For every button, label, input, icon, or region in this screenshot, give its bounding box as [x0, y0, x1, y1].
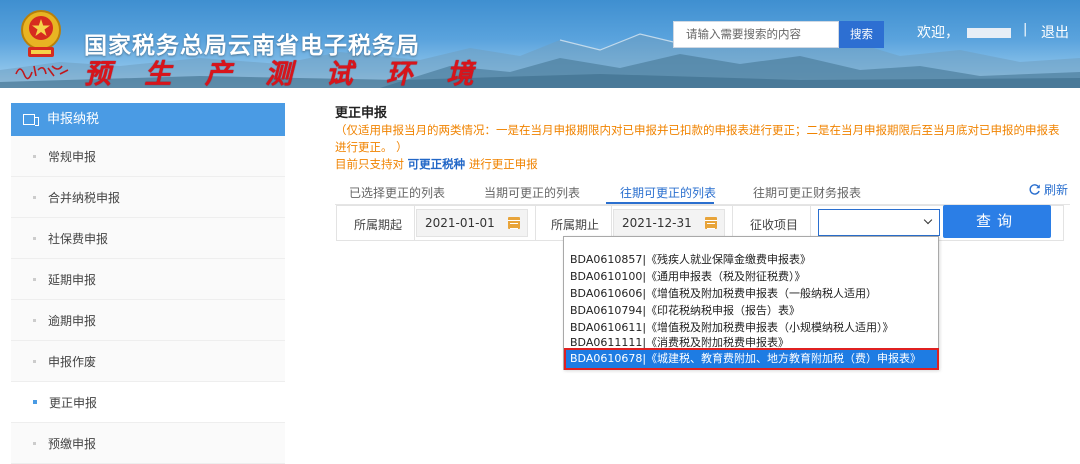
- period-start-value: 2021-01-01: [425, 216, 495, 230]
- sidebar-item-deferred-filing[interactable]: 延期申报: [11, 259, 285, 300]
- dropdown-option[interactable]: BDA0610100|《通用申报表（税及附征税费）》: [570, 269, 806, 285]
- support-notice-suffix: 进行更正申报: [468, 157, 538, 171]
- refresh-icon: [1029, 184, 1040, 195]
- refresh-label: 刷新: [1044, 183, 1069, 197]
- sidebar-item-label: 延期申报: [48, 272, 97, 287]
- environment-label: 预 生 产 测 试 环 境: [84, 59, 486, 88]
- tab-past-financial-statements[interactable]: 往期可更正财务报表: [753, 184, 861, 201]
- sidebar-item-consolidated-filing[interactable]: 合并纳税申报: [11, 177, 285, 218]
- bullet-icon: [33, 441, 36, 445]
- sidebar-item-label: 逾期申报: [48, 313, 97, 328]
- notice-text: （仅适用申报当月的两类情况：一是在当月申报期限内对已申报并已扣款的申报表进行更正…: [335, 123, 1060, 154]
- support-notice: 目前只支持对 可更正税种 进行更正申报: [335, 156, 538, 172]
- sidebar-item-regular-filing[interactable]: 常规申报: [11, 136, 285, 177]
- calligraphy-seal-icon: [15, 65, 69, 80]
- bullet-icon: [33, 318, 36, 322]
- sidebar-item-correction-filing[interactable]: 更正申报: [11, 382, 285, 423]
- period-start-date-field[interactable]: 2021-01-01: [416, 209, 528, 237]
- sidebar-item-label: 常规申报: [48, 149, 97, 164]
- sidebar-item-void-filing[interactable]: 申报作废: [11, 341, 285, 382]
- refresh-button[interactable]: 刷新: [1028, 181, 1068, 198]
- sidebar-item-prepayment-filing[interactable]: 预缴申报: [11, 423, 285, 464]
- support-notice-prefix: 目前只支持对: [335, 157, 404, 171]
- dropdown-option[interactable]: BDA0610611|《增值税及附加税费申报表（小规模纳税人适用）》: [570, 320, 894, 336]
- page-title: 更正申报: [335, 106, 388, 121]
- calendar-icon[interactable]: [508, 217, 520, 229]
- sidebar-item-label: 申报作废: [48, 354, 97, 369]
- levy-item-label: 征收项目: [750, 218, 799, 232]
- bullet-icon: [33, 154, 36, 158]
- period-start-label: 所属期起: [354, 218, 403, 232]
- sidebar-item-label: 更正申报: [49, 395, 98, 410]
- dropdown-option[interactable]: BDA0610857|《残疾人就业保障金缴费申报表》: [570, 252, 811, 268]
- calendar-icon[interactable]: [705, 217, 717, 229]
- sidebar: 申报纳税 常规申报 合并纳税申报 社保费申报 延期申报 逾期申报 申报作废 更正…: [11, 103, 285, 464]
- sidebar-item-overdue-filing[interactable]: 逾期申报: [11, 300, 285, 341]
- window-icon: [23, 114, 39, 126]
- tab-current-period-correctable[interactable]: 当期可更正的列表: [484, 184, 580, 201]
- bullet-icon: [33, 277, 36, 281]
- bullet-icon: [33, 236, 36, 240]
- bullet-icon: [33, 400, 37, 404]
- chevron-down-icon: [923, 215, 933, 225]
- sidebar-heading-label: 申报纳税: [47, 112, 100, 127]
- masked-username: [967, 28, 1011, 38]
- levy-item-select[interactable]: [818, 209, 940, 236]
- search-button[interactable]: 搜索: [839, 21, 884, 48]
- header-separator: |: [1023, 22, 1028, 37]
- tab-past-period-correctable[interactable]: 往期可更正的列表: [620, 184, 716, 201]
- dropdown-option[interactable]: BDA0610794|《印花税纳税申报（报告）表》: [570, 303, 800, 319]
- divider: [414, 206, 415, 240]
- bullet-icon: [33, 359, 36, 363]
- sidebar-item-label: 社保费申报: [48, 231, 109, 246]
- divider: [535, 206, 536, 240]
- period-end-label: 所属期止: [551, 218, 600, 232]
- search-input[interactable]: 请输入需要搜索的内容: [673, 21, 839, 48]
- highlight-annotation-frame: [564, 348, 939, 370]
- period-end-value: 2021-12-31: [622, 216, 692, 230]
- bullet-icon: [33, 195, 36, 199]
- tab-selected-corrections[interactable]: 已选择更正的列表: [349, 184, 445, 201]
- query-button[interactable]: 查询: [943, 205, 1051, 238]
- active-tab-indicator: [606, 202, 714, 204]
- dropdown-option[interactable]: BDA0610606|《增值税及附加税费申报表（一般纳税人适用）: [570, 286, 877, 302]
- welcome-text: 欢迎，: [917, 25, 959, 41]
- divider: [732, 206, 733, 240]
- sidebar-item-social-insurance-filing[interactable]: 社保费申报: [11, 218, 285, 259]
- tax-bureau-emblem-icon: [21, 10, 61, 57]
- site-header: 国家税务总局云南省电子税务局 预 生 产 测 试 环 境 请输入需要搜索的内容 …: [0, 0, 1080, 88]
- sidebar-item-label: 合并纳税申报: [48, 190, 121, 205]
- sidebar-heading[interactable]: 申报纳税: [11, 103, 285, 136]
- sidebar-item-label: 预缴申报: [48, 436, 97, 451]
- divider: [810, 206, 811, 240]
- logout-link[interactable]: 退出: [1041, 22, 1069, 42]
- divider: [611, 206, 612, 240]
- correctable-tax-types-link[interactable]: 可更正税种: [408, 157, 466, 171]
- period-end-date-field[interactable]: 2021-12-31: [613, 209, 725, 237]
